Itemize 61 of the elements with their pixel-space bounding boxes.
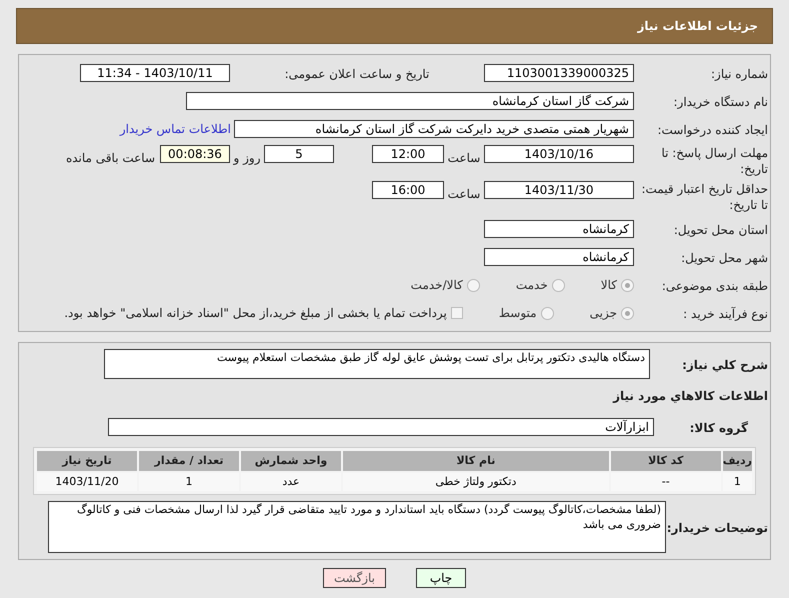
print-button[interactable]: چاپ [416, 568, 466, 588]
field-label: کالا [600, 278, 617, 292]
field-label: ساعت باقی مانده [66, 151, 155, 165]
text-field[interactable]: ابزارآلات [108, 418, 654, 436]
field-label: پرداخت تمام یا بخشی از مبلغ خرید،از محل "اسناد خزانه اسلامی" خواهد بود. [64, 306, 447, 320]
table-cell: -- [610, 473, 721, 491]
summary-textarea[interactable]: دستگاه هالیدی دتکتور پرتابل برای تست پوشش عایق لوله گاز طبق مشخصات استعلام پیوست [104, 349, 650, 379]
text-field[interactable]: شرکت گاز استان کرمانشاه [186, 92, 634, 110]
field-label: شماره نیاز: [711, 67, 768, 81]
text-field[interactable]: 12:00 [372, 145, 444, 163]
column-header: ردیف [722, 451, 752, 471]
field-label: شرح کلي نياز: [682, 358, 768, 372]
field-label: روز و [234, 151, 260, 165]
field-label: توضیحات خریدار: [666, 521, 768, 535]
field-label: ایجاد کننده درخواست: [657, 123, 768, 137]
text-field[interactable]: 5 [264, 145, 334, 163]
text-field[interactable]: کرمانشاه [484, 248, 634, 266]
table-cell: 1 [139, 473, 239, 491]
table-cell: 1403/11/20 [37, 473, 137, 491]
text-field[interactable]: 16:00 [372, 181, 444, 199]
field-label: گروه کالا: [690, 421, 748, 435]
contact-link[interactable]: اطلاعات تماس خریدار [120, 120, 231, 138]
field-label: کالا/خدمت [410, 278, 463, 292]
table-cell: 1 [722, 473, 752, 491]
field-label: اطلاعات کالاهاي مورد نياز [613, 389, 768, 403]
page-title: جزئیات اطلاعات نیاز [637, 18, 758, 35]
table-cell: دتکتور ولتاژ خطی [343, 473, 609, 491]
text-field[interactable]: شهریار همتی متصدی خرید دایرکت شرکت گاز استان کرمانشاه [234, 120, 634, 138]
radio-button[interactable] [466, 278, 480, 292]
column-header: تاریخ نیاز [37, 451, 137, 471]
field-label: شهر محل تحویل: [681, 251, 768, 265]
radio-button[interactable] [540, 306, 554, 320]
text-field[interactable]: 1403/10/16 [484, 145, 634, 163]
field-label: متوسط [498, 306, 537, 320]
text-field[interactable]: 1403/10/11 - 11:34 [80, 64, 230, 82]
column-header: نام کالا [343, 451, 609, 471]
text-field[interactable]: 1103001339000325 [484, 64, 634, 82]
field-label: استان محل تحویل: [674, 223, 768, 237]
table-cell: عدد [241, 473, 341, 491]
column-header: تعداد / مقدار [139, 451, 239, 471]
text-field[interactable]: 00:08:36 [160, 145, 230, 163]
field-label: نام دستگاه خریدار: [674, 95, 768, 109]
text-field[interactable]: 1403/11/30 [484, 181, 634, 199]
column-header: کد کالا [610, 451, 721, 471]
field-label: طبقه بندی موضوعی: [662, 279, 768, 293]
field-label: خدمت [516, 278, 548, 292]
column-header: واحد شمارش [241, 451, 341, 471]
radio-button[interactable] [621, 306, 634, 320]
field-label: ساعت [448, 151, 480, 165]
field-label: مهلت ارسال پاسخ: تا تاریخ: [661, 146, 768, 176]
field-label: حداقل تاریخ اعتبار قیمت: تا تاریخ: [641, 182, 768, 212]
notes-textarea[interactable]: (لطفا مشخصات،کاتالوگ پیوست گردد) دستگاه باید استاندارد و مورد تایید متقاضی قرار گیرد لذا ارسال مشخصات فنی و کاتالوگ ضروری می باشد [48, 501, 666, 553]
radio-button[interactable] [552, 278, 565, 292]
radio-button[interactable] [621, 278, 634, 292]
checkbox[interactable] [450, 307, 463, 319]
text-field[interactable]: کرمانشاه [484, 220, 634, 238]
field-label: تاریخ و ساعت اعلان عمومی: [284, 67, 430, 81]
field-label: ساعت [448, 187, 480, 201]
field-label: نوع فرآیند خرید : [683, 307, 768, 321]
field-label: جزیی [590, 306, 617, 320]
back-button[interactable]: بازگشت [323, 568, 386, 588]
